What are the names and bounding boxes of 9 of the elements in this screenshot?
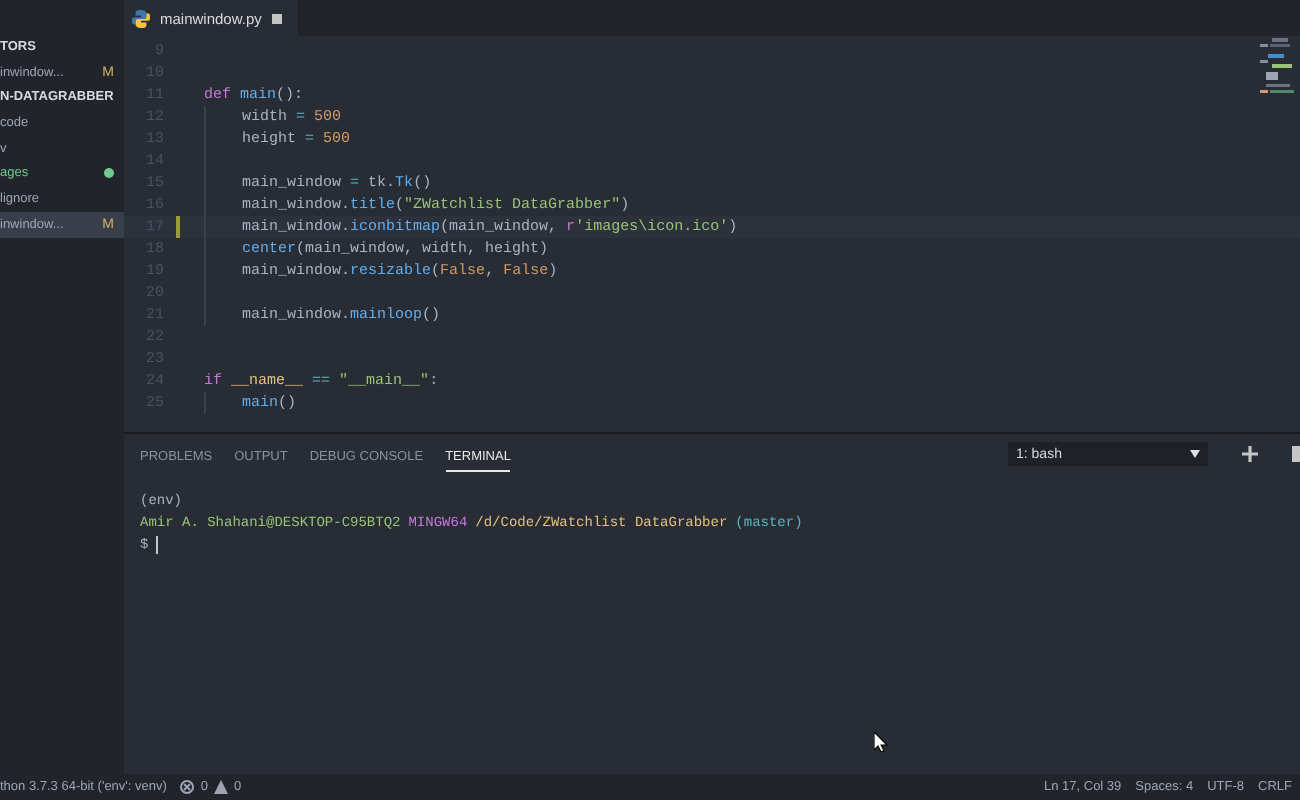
dropdown-caret-icon <box>1190 450 1200 458</box>
error-icon <box>180 780 195 794</box>
warning-icon <box>214 780 229 794</box>
mouse-pointer-icon <box>874 732 888 752</box>
python-icon <box>132 9 150 27</box>
plus-icon[interactable] <box>1242 446 1258 462</box>
text-cursor <box>156 536 159 554</box>
minimap <box>1260 38 1300 98</box>
status-dot <box>104 168 114 179</box>
